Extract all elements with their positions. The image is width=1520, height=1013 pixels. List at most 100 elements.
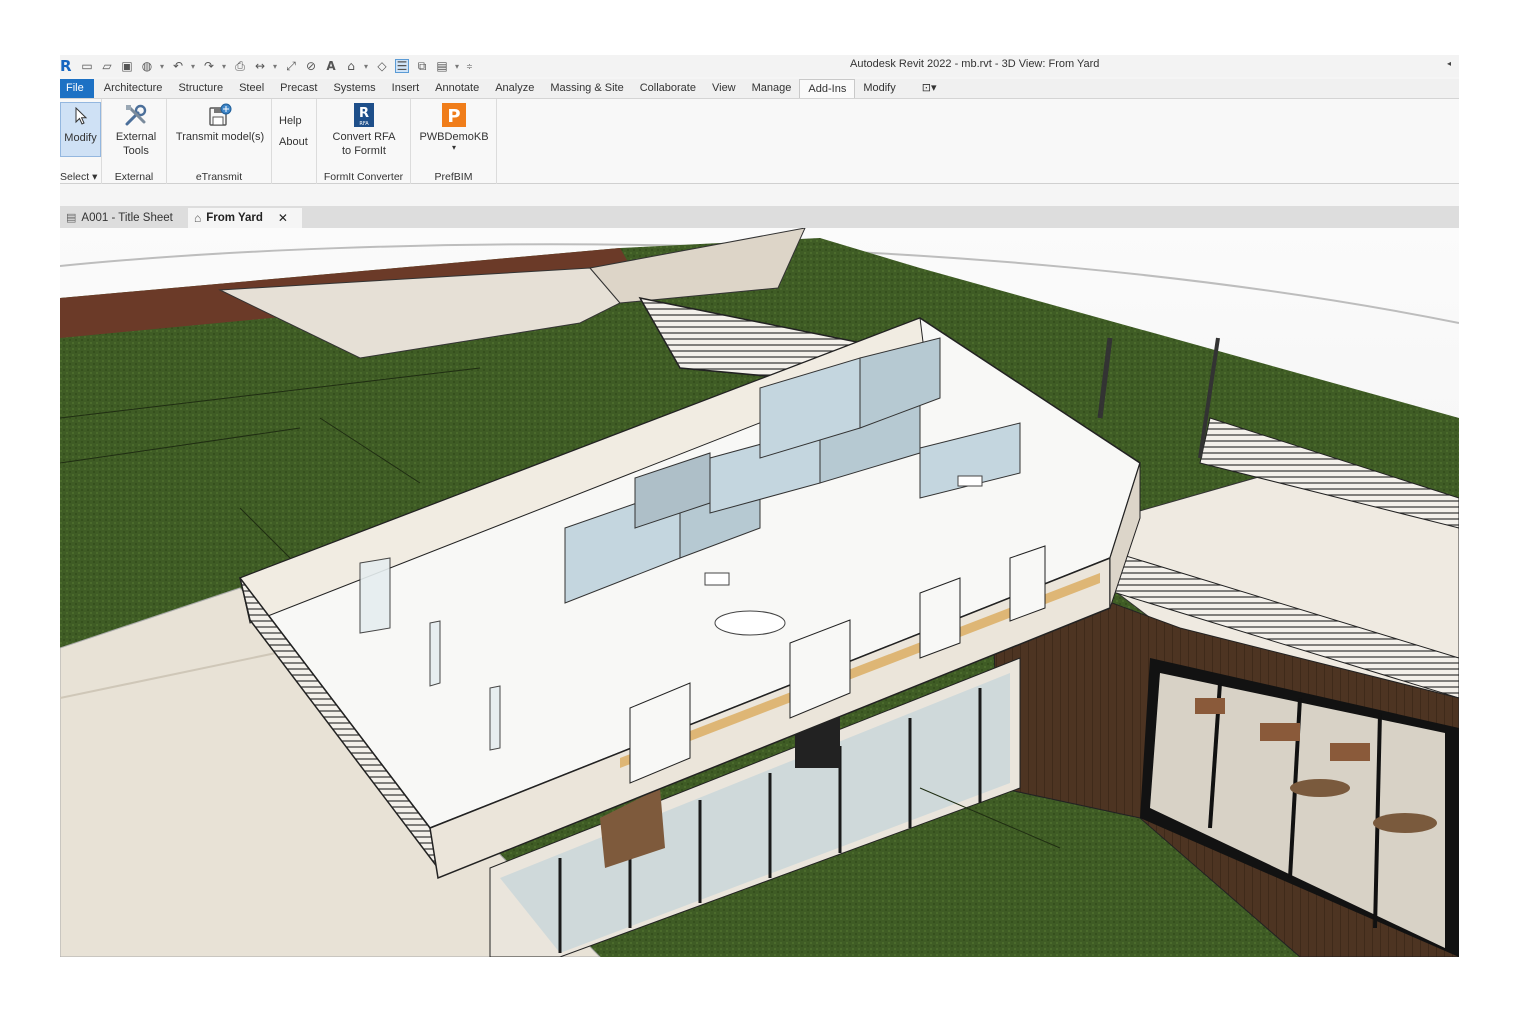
rfa-icon: R RFA [351, 102, 377, 128]
sink [957, 475, 983, 487]
dropdown-icon[interactable]: ▾ [273, 62, 278, 71]
panel-help: Help About [272, 99, 317, 184]
tab-add-ins[interactable]: Add-Ins [799, 79, 856, 98]
tab-steel[interactable]: Steel [231, 79, 272, 98]
tab-systems[interactable]: Systems [325, 79, 383, 98]
dropdown-icon[interactable]: ▾ [160, 62, 165, 71]
tag-icon[interactable]: ⊘ [304, 59, 318, 73]
help-button[interactable]: Help [279, 115, 302, 127]
transmit-label: Transmit model(s) [175, 131, 265, 143]
external-tools-button[interactable]: External Tools [108, 102, 164, 158]
sink [704, 572, 730, 586]
customize-icon[interactable]: ≑ [466, 62, 473, 71]
dimension-icon[interactable]: ⤢ [284, 59, 298, 73]
thin-lines-icon[interactable]: ☰ [395, 59, 409, 73]
pwbdemokb-label: PWBDemoKB [419, 131, 489, 143]
coffee-table [1290, 779, 1350, 797]
formit-panel-label: FormIt Converter [323, 171, 404, 183]
cursor-arrow-icon [68, 103, 94, 129]
close-hidden-icon[interactable]: ⧉ [415, 59, 429, 73]
modify-label: Modify [64, 132, 97, 144]
external-panel-label: External [114, 171, 154, 183]
bathtub [714, 610, 786, 636]
dropdown-icon[interactable]: ▾ [191, 62, 196, 71]
view-tab-from-yard[interactable]: ⌂ From Yard ✕ [188, 208, 302, 228]
sofa-cushion [1195, 698, 1225, 714]
print-icon[interactable]: ⎙ [233, 59, 247, 73]
sofa-cushion [1330, 743, 1370, 761]
view-tab-label: A001 - Title Sheet [81, 212, 173, 224]
revit-window: R ▭ ▱ ▣ ◍ ▾ ↶ ▾ ↷ ▾ ⎙ ↔ ▾ ⤢ ⊘ A ⌂ ▾ ◇ ☰ … [60, 55, 1459, 957]
dropdown-icon[interactable]: ▾ [222, 62, 227, 71]
convert-rfa-label-2: to FormIt [341, 145, 386, 157]
dropdown-icon[interactable]: ▾ [364, 62, 369, 71]
transmit-icon [207, 102, 233, 128]
tab-insert[interactable]: Insert [384, 79, 428, 98]
coffee-table [1373, 813, 1437, 833]
dropdown-icon[interactable]: ▾ [455, 62, 460, 71]
tab-analyze[interactable]: Analyze [487, 79, 542, 98]
prefbim-letter: P [447, 106, 460, 127]
select-panel-dropdown[interactable]: Select ▾ [60, 171, 101, 183]
tab-modify[interactable]: Modify [855, 79, 903, 98]
svg-text:R: R [359, 106, 369, 121]
about-button[interactable]: About [279, 136, 308, 148]
text-icon[interactable]: A [324, 59, 338, 73]
tab-collaborate[interactable]: Collaborate [632, 79, 704, 98]
modify-button[interactable]: Modify [60, 102, 101, 157]
ribbon-panel: Modify Select ▾ External Tools External [60, 98, 1459, 184]
convert-rfa-label-1: Convert RFA [332, 131, 396, 143]
tab-annotate[interactable]: Annotate [427, 79, 487, 98]
panel-prefbim: P PWBDemoKB ▾ PrefBIM [411, 99, 497, 184]
3d-model-render [60, 228, 1459, 957]
prefbim-panel-label: PrefBIM [434, 171, 473, 183]
new-icon[interactable]: ▱ [100, 59, 114, 73]
sheet-icon: ▤ [66, 212, 77, 224]
measure-icon[interactable]: ↔ [253, 59, 267, 73]
3d-view-icon[interactable]: ⌂ [344, 59, 358, 73]
close-icon[interactable]: ✕ [278, 208, 288, 228]
view-tab-title-sheet[interactable]: ▤ A001 - Title Sheet [60, 208, 179, 228]
tab-file[interactable]: File [60, 79, 94, 98]
collapse-arrow-icon[interactable]: ◂ [1447, 59, 1451, 68]
panel-formit-converter: R RFA Convert RFA to FormIt FormIt Conve… [317, 99, 411, 184]
convert-rfa-button[interactable]: R RFA Convert RFA to FormIt [321, 102, 407, 158]
3d-viewport[interactable] [60, 228, 1459, 957]
external-tools-label-2: Tools [123, 145, 149, 157]
tab-precast[interactable]: Precast [272, 79, 325, 98]
view-tab-label: From Yard [206, 212, 263, 224]
view-tabs-bar: ▤ A001 - Title Sheet ⌂ From Yard ✕ [60, 206, 1459, 228]
contextual-tab-icon: ⊡▾ [921, 82, 937, 94]
rfa-badge-text: RFA [359, 121, 369, 127]
undo-icon[interactable]: ↶ [171, 59, 185, 73]
tab-architecture[interactable]: Architecture [96, 79, 171, 98]
title-bar: R ▭ ▱ ▣ ◍ ▾ ↶ ▾ ↷ ▾ ⎙ ↔ ▾ ⤢ ⊘ A ⌂ ▾ ◇ ☰ … [60, 55, 1459, 77]
external-tools-label-1: External [115, 131, 157, 143]
section-icon[interactable]: ◇ [375, 59, 389, 73]
sync-icon[interactable]: ◍ [140, 59, 154, 73]
quick-access-toolbar: ▭ ▱ ▣ ◍ ▾ ↶ ▾ ↷ ▾ ⎙ ↔ ▾ ⤢ ⊘ A ⌂ ▾ ◇ ☰ ⧉ … [80, 59, 473, 73]
panel-etransmit: Transmit model(s) eTransmit [167, 99, 272, 184]
tools-icon [123, 102, 149, 128]
save-icon[interactable]: ▣ [120, 59, 134, 73]
tab-view[interactable]: View [704, 79, 744, 98]
window-title: Autodesk Revit 2022 - mb.rvt - 3D View: … [850, 58, 1100, 70]
switch-windows-icon[interactable]: ▤ [435, 59, 449, 73]
tab-structure[interactable]: Structure [170, 79, 231, 98]
tab-contextual-dropdown[interactable]: ⊡▾ [904, 79, 955, 98]
open-icon[interactable]: ▭ [80, 59, 94, 73]
chevron-down-icon[interactable]: ▾ [415, 144, 493, 152]
panel-external: External Tools External [102, 99, 167, 184]
transmit-models-button[interactable]: Transmit model(s) [171, 102, 269, 144]
sofa-cushion [1260, 723, 1300, 741]
tab-massing-site[interactable]: Massing & Site [542, 79, 631, 98]
panel-select: Modify Select ▾ [60, 99, 102, 184]
3d-view-icon: ⌂ [194, 211, 202, 225]
prefbim-icon: P [441, 102, 467, 128]
etransmit-panel-label: eTransmit [195, 171, 243, 183]
revit-logo-icon[interactable]: R [60, 58, 74, 74]
ribbon-tabs: File Architecture Structure Steel Precas… [60, 79, 1459, 98]
tab-manage[interactable]: Manage [744, 79, 800, 98]
redo-icon[interactable]: ↷ [202, 59, 216, 73]
pwbdemokb-button[interactable]: P PWBDemoKB ▾ [415, 102, 493, 152]
